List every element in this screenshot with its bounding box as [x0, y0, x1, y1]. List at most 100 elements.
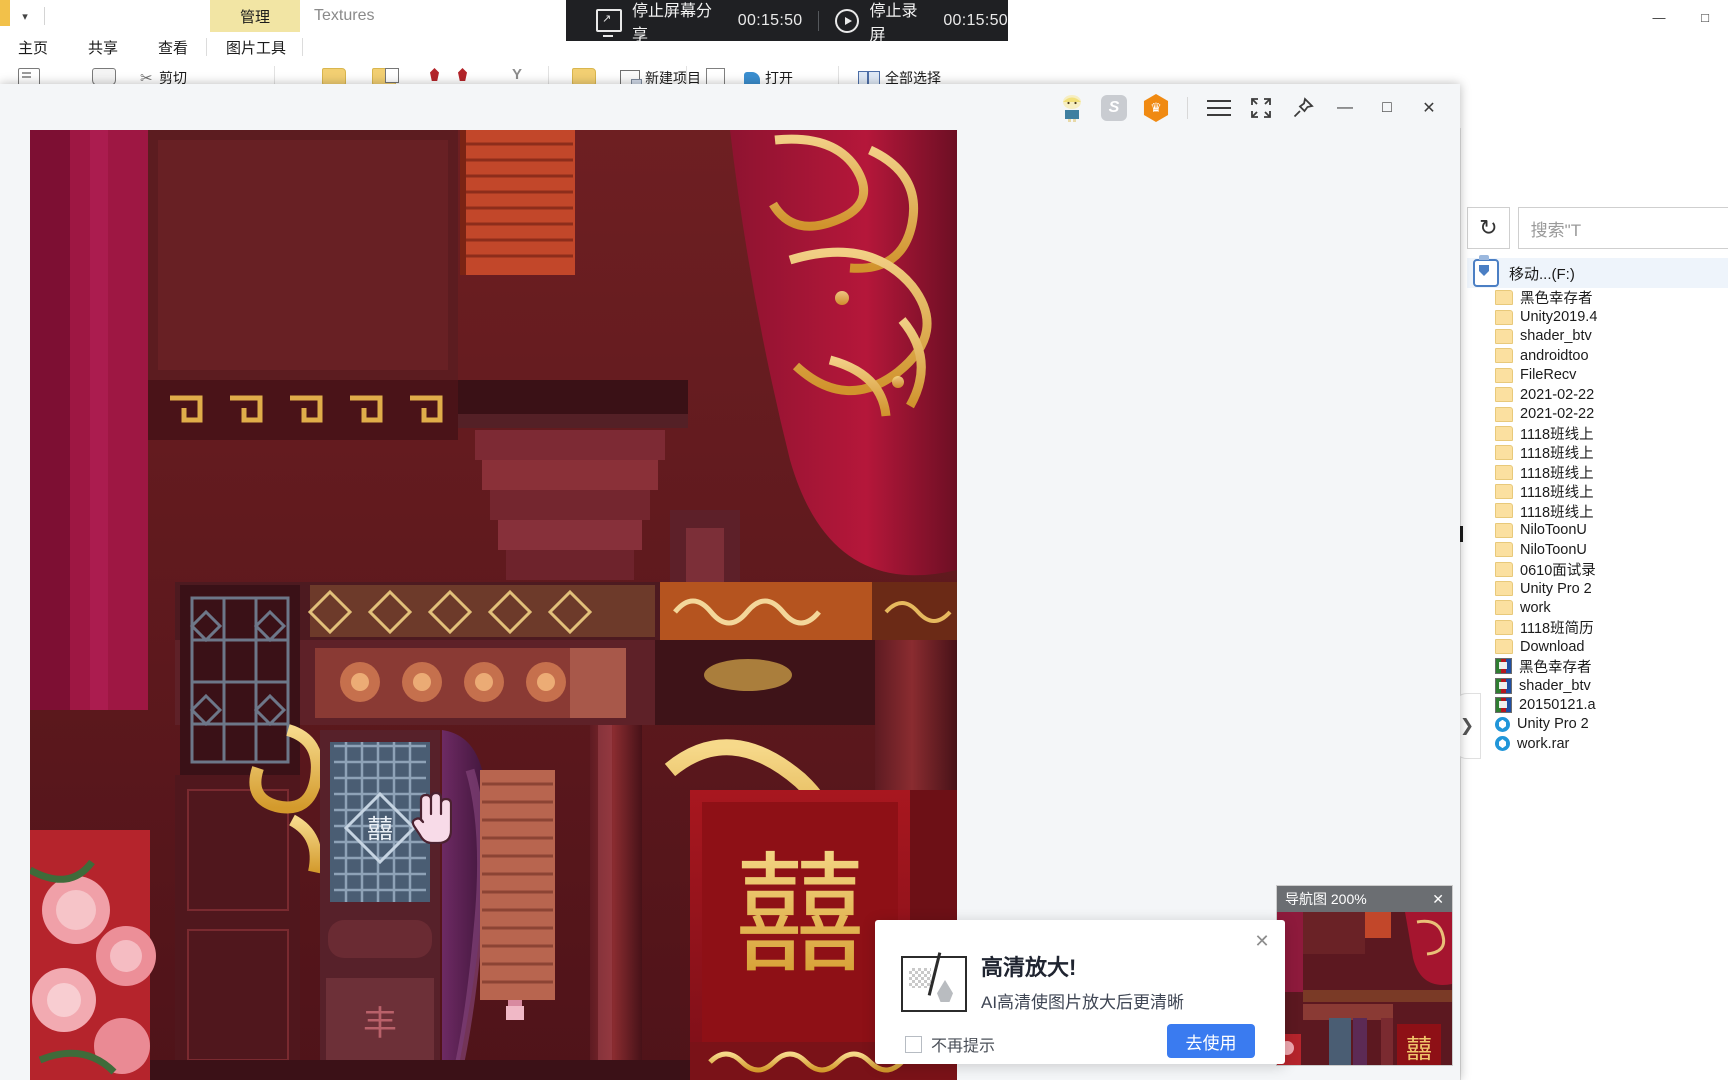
list-item[interactable]: 1118班线上 [1461, 463, 1728, 482]
drive-label: 移动...(F:) [1509, 265, 1575, 283]
explorer-app-icon [0, 0, 10, 26]
navigator-title: 导航图 200% [1285, 891, 1367, 907]
list-item-label: NiloToonU [1520, 541, 1587, 558]
toast-subtitle: AI高清使图片放大后更清晰 [981, 993, 1185, 1012]
list-item[interactable]: 0610面试录 [1461, 559, 1728, 579]
folder-icon [1495, 619, 1513, 635]
tab-divider-2 [302, 38, 303, 56]
hamburger-menu-icon[interactable] [1198, 86, 1240, 130]
list-item[interactable]: Download [1461, 637, 1728, 656]
navigator-thumbnail[interactable]: 囍 [1277, 912, 1452, 1065]
navigator-close-icon[interactable]: ✕ [1432, 891, 1444, 908]
ribbon-copy-to[interactable] [372, 68, 399, 85]
quick-access-buttons: ▾ [14, 0, 53, 32]
explorer-window-controls: — □ [1636, 0, 1728, 34]
list-item-label: 1118班线上 [1520, 485, 1594, 502]
folder-icon [322, 68, 346, 85]
tab-view[interactable]: 查看 [144, 32, 202, 62]
crown-glyph: ♛ [1150, 100, 1162, 115]
folder-icon [1495, 522, 1513, 538]
viewer-maximize-button[interactable]: □ [1366, 86, 1408, 130]
tab-divider [206, 38, 207, 56]
rar-icon [1495, 677, 1512, 694]
list-item[interactable]: 1118班线上 [1461, 424, 1728, 443]
stop-recording-group[interactable]: 停止录屏 00:15:50 [835, 0, 1008, 45]
ribbon-move-to[interactable] [322, 68, 346, 85]
customize-qat-caret-icon[interactable]: ▾ [14, 5, 36, 27]
list-item[interactable]: 1118班简历 [1461, 618, 1728, 637]
skype-brand-icon[interactable]: S [1093, 86, 1135, 130]
list-item[interactable]: shader_btv [1461, 676, 1728, 695]
list-item-label: shader_btv [1520, 328, 1592, 345]
svg-text:囍: 囍 [735, 839, 865, 991]
explorer-maximize-button[interactable]: □ [1682, 0, 1728, 34]
ribbon-new-folder[interactable] [572, 68, 596, 85]
list-item[interactable]: 1118班线上 [1461, 482, 1728, 501]
crown-brand-icon[interactable]: ♛ [1135, 86, 1177, 130]
list-item[interactable]: 20150121.a [1461, 695, 1728, 714]
list-item-label: Unity Pro 2 [1520, 580, 1592, 597]
explorer-minimize-button[interactable]: — [1636, 0, 1682, 34]
list-item-label: work.rar [1517, 735, 1570, 752]
list-item-label: Unity2019.4 [1520, 309, 1598, 326]
list-item[interactable]: shader_btv [1461, 327, 1728, 346]
tab-share[interactable]: 共享 [74, 32, 132, 62]
pin-icon[interactable] [1282, 86, 1324, 130]
list-item[interactable]: 2021-02-22 [1461, 385, 1728, 404]
folder-icon [1495, 425, 1513, 441]
avatar-icon[interactable] [1051, 86, 1093, 130]
list-item[interactable]: work.rar [1461, 734, 1728, 753]
list-item[interactable]: androidtoo [1461, 346, 1728, 365]
right-pane-toolbar: ↻ 搜索"T [1461, 206, 1728, 250]
dont-show-again-checkbox[interactable]: 不再提示 [905, 1032, 995, 1056]
ribbon-rename[interactable]: Y [512, 67, 526, 83]
file-list[interactable]: 黑色幸存者 Unity2019.4 shader_btv androidtoo File… [1461, 288, 1728, 948]
crown-badge: ♛ [1143, 94, 1169, 122]
folder-icon [1495, 503, 1513, 519]
checkbox-box[interactable] [905, 1035, 922, 1053]
toast-title: 高清放大! [981, 955, 1077, 980]
stop-recording-label: 停止录屏 [869, 2, 918, 44]
refresh-button[interactable]: ↻ [1467, 207, 1510, 249]
toast-cta-button[interactable]: 去使用 [1167, 1024, 1255, 1058]
list-item-label: 1118班线上 [1520, 504, 1594, 521]
list-item[interactable]: 黑色幸存者 [1461, 288, 1728, 307]
list-item[interactable]: Unity2019.4 [1461, 307, 1728, 326]
list-item[interactable]: 黑色幸存者 [1461, 656, 1728, 676]
tab-home[interactable]: 主页 [4, 32, 62, 62]
upscale-promo-toast[interactable]: ✕ 高清放大! AI高清使图片放大后更清晰 不再提示 去使用 [875, 920, 1285, 1064]
folder-icon [1495, 290, 1513, 306]
navigator-panel[interactable]: 导航图 200% ✕ 囍 [1276, 885, 1453, 1066]
image-canvas[interactable]: 囍 丰 囍 [30, 130, 957, 1080]
unity-icon [1495, 736, 1510, 752]
ribbon-delete-2[interactable] [458, 68, 467, 81]
pin-red-icon [430, 68, 439, 81]
list-item-label: 黑色幸存者 [1519, 659, 1592, 676]
list-item[interactable]: NiloToonU [1461, 540, 1728, 559]
search-input[interactable]: 搜索"T [1517, 207, 1728, 249]
folder-icon [1495, 309, 1513, 325]
toast-close-icon[interactable]: ✕ [1251, 930, 1273, 952]
list-item[interactable]: Unity Pro 2 [1461, 715, 1728, 734]
list-item[interactable]: 1118班线上 [1461, 501, 1728, 521]
viewer-minimize-button[interactable]: — [1324, 86, 1366, 130]
list-item-label: 20150121.a [1519, 696, 1596, 713]
tab-picture-tools[interactable]: 图片工具 [212, 32, 300, 62]
list-item[interactable]: 1118班线上 [1461, 443, 1728, 462]
stop-screen-share-group[interactable]: ↗ 停止屏幕分享 00:15:50 [596, 0, 802, 45]
ribbon-delete[interactable] [430, 68, 439, 81]
list-item[interactable]: NiloToonU [1461, 521, 1728, 540]
dont-show-again-label: 不再提示 [931, 1038, 996, 1055]
recording-timer: 00:15:50 [943, 11, 1008, 29]
tab-manage[interactable]: 管理 [210, 0, 300, 32]
viewer-close-button[interactable]: ✕ [1408, 86, 1450, 130]
artwork-image: 囍 丰 囍 [30, 130, 957, 1080]
list-item[interactable]: 2021-02-22 [1461, 404, 1728, 423]
list-item-label: 2021-02-22 [1520, 406, 1595, 423]
list-item[interactable]: work [1461, 598, 1728, 617]
fullscreen-icon[interactable] [1240, 86, 1282, 130]
drive-header-row[interactable]: 移动...(F:) [1467, 255, 1728, 288]
list-item[interactable]: FileRecv [1461, 366, 1728, 385]
list-item[interactable]: Unity Pro 2 [1461, 579, 1728, 598]
refresh-icon: ↻ [1479, 215, 1498, 240]
